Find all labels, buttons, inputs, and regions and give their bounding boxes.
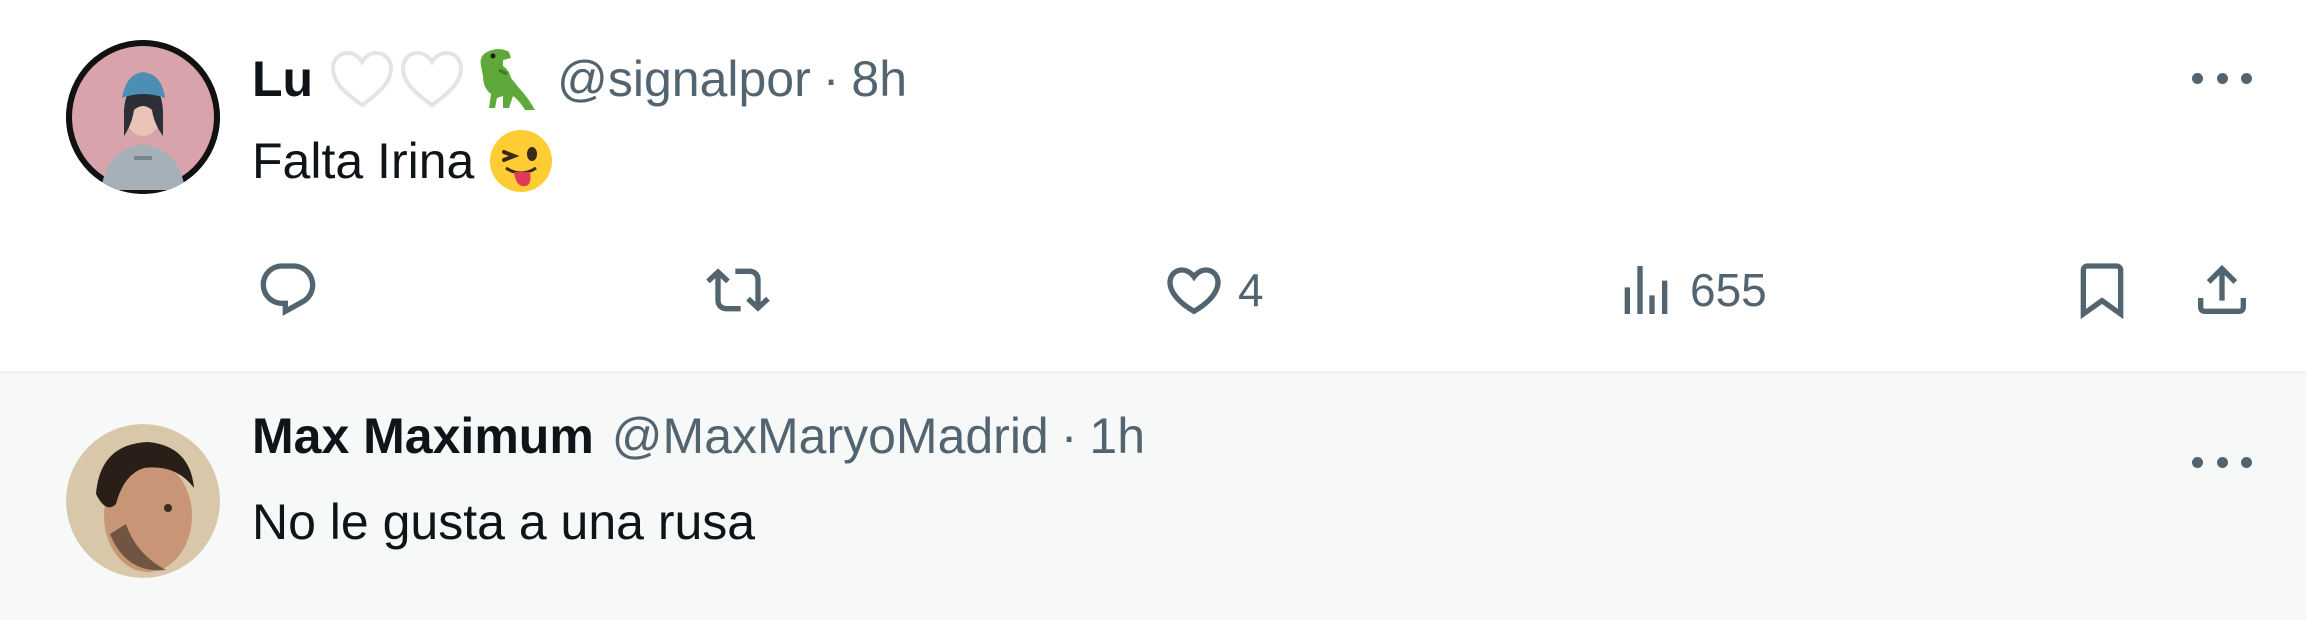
reply-button[interactable] — [256, 252, 320, 328]
handle[interactable]: @signalpor — [557, 49, 811, 109]
timestamp[interactable]: 8h — [851, 49, 907, 109]
winking-tongue-emoji-icon — [488, 128, 554, 194]
white-heart-icon — [401, 50, 464, 108]
separator-dot: · — [1060, 408, 1078, 464]
tweet-text-content: Falta Irina — [252, 133, 475, 189]
bookmark-icon — [2080, 263, 2124, 320]
avatar[interactable] — [66, 40, 220, 194]
more-dot-icon — [2192, 456, 2203, 468]
heart-icon — [1167, 267, 1221, 315]
handle[interactable]: @MaxMaryoMadrid — [612, 406, 1049, 466]
views-count: 655 — [1690, 264, 1767, 316]
tweet[interactable]: Lu @signalpor · 8h Falta Irina 4 655 — [0, 0, 2306, 374]
views-button[interactable]: 655 — [1614, 252, 1767, 328]
more-options-button[interactable] — [2192, 452, 2252, 472]
tweet-header: Lu @signalpor · 8h — [252, 44, 907, 114]
tweet-header: Max Maximum @MaxMaryoMadrid · 1h — [252, 406, 1145, 466]
share-icon — [2198, 264, 2246, 314]
timestamp[interactable]: 1h — [1089, 406, 1145, 466]
views-icon — [1624, 266, 1668, 314]
display-name[interactable]: Lu — [252, 49, 313, 109]
tweet-text-content: No le gusta a una rusa — [252, 494, 756, 550]
retweet-button[interactable] — [706, 252, 782, 328]
name-emojis — [329, 44, 539, 114]
reply-icon — [260, 263, 316, 316]
more-dot-icon — [2216, 456, 2228, 468]
more-dot-icon — [2216, 72, 2228, 84]
white-heart-icon — [331, 50, 394, 108]
tweet[interactable]: Max Maximum @MaxMaryoMadrid · 1h No le g… — [0, 374, 2306, 620]
more-options-button[interactable] — [2192, 68, 2252, 88]
share-button[interactable] — [2190, 252, 2254, 328]
more-dot-icon — [2241, 456, 2252, 468]
like-button[interactable]: 4 — [1162, 252, 1264, 328]
more-dot-icon — [2241, 72, 2252, 84]
tweet-actions: 4 655 — [0, 252, 2306, 328]
avatar[interactable] — [66, 424, 220, 578]
tweet-text: No le gusta a una rusa — [252, 490, 755, 554]
display-name[interactable]: Max Maximum — [252, 406, 594, 466]
more-dot-icon — [2192, 72, 2203, 84]
separator-dot: · — [822, 51, 840, 107]
tweet-text: Falta Irina — [252, 128, 554, 194]
t-rex-icon — [480, 49, 536, 110]
retweet-icon — [706, 268, 770, 312]
bookmark-button[interactable] — [2070, 252, 2134, 328]
like-count: 4 — [1238, 264, 1264, 316]
